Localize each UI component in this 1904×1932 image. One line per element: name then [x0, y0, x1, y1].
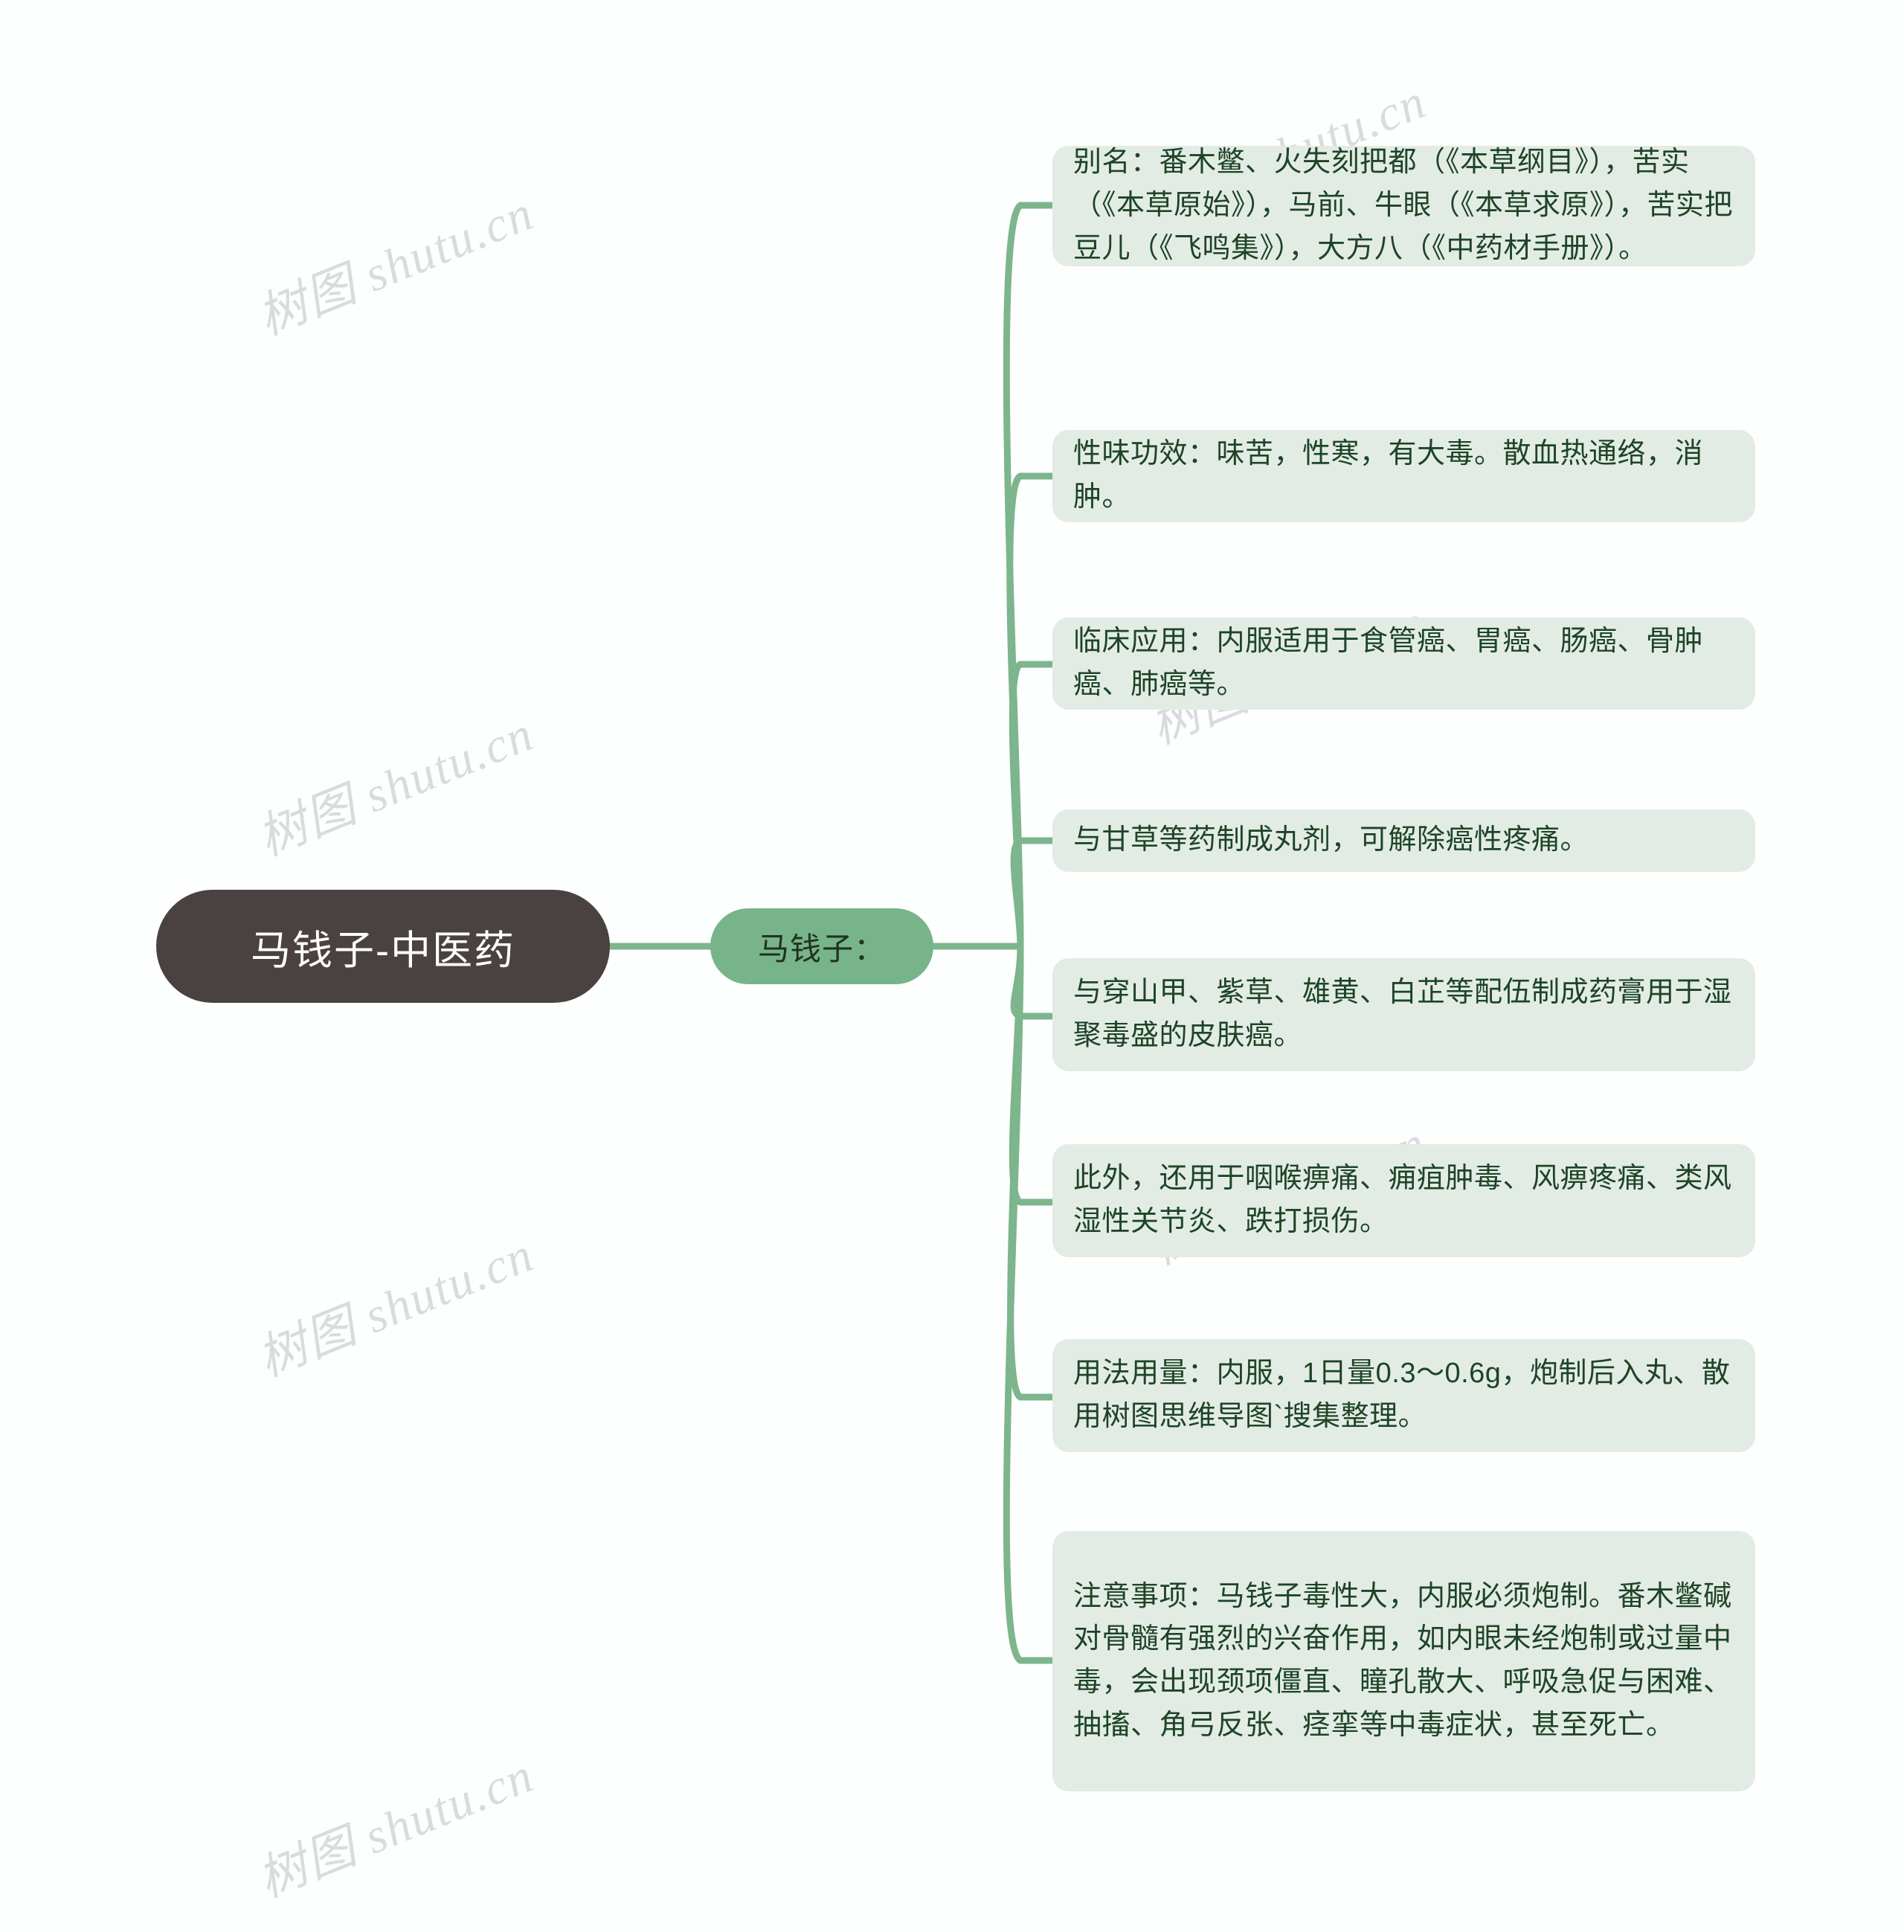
leaf-node-clinical-application[interactable]: 临床应用：内服适用于食管癌、胃癌、肠癌、骨肿癌、肺癌等。	[1052, 617, 1755, 710]
connector-leaf-6	[1009, 943, 1056, 1206]
watermark-text: 树图 shutu.cn	[250, 1227, 541, 1387]
leaf-node-alias[interactable]: 别名：番木鳖、火失刻把都（《本草纲目》），苦实（《本草原始》），马前、牛眼（《本…	[1052, 146, 1755, 266]
leaf-node-ointment-combination[interactable]: 与穿山甲、紫草、雄黄、白芷等配伍制成药膏用于湿聚毒盛的皮肤癌。	[1052, 958, 1755, 1071]
connector-leaf-1	[1003, 202, 1056, 950]
leaf-node-text: 别名：番木鳖、火失刻把都（《本草纲目》），苦实（《本草原始》），马前、牛眼（《本…	[1073, 147, 1734, 264]
leaf-node-precautions[interactable]: 注意事项：马钱子毒性大，内服必须炮制。番木鳖碱对骨髓有强烈的兴奋作用，如内眼未经…	[1052, 1531, 1755, 1791]
leaf-node-nature-flavor-efficacy[interactable]: 性味功效：味苦，性寒，有大毒。散血热通络，消肿。	[1052, 430, 1755, 522]
root-node-label: 马钱子-中医药	[251, 928, 515, 973]
watermark-text: 树图 shutu.cn	[250, 706, 541, 867]
watermark-text: 树图 shutu.cn	[250, 185, 541, 346]
leaf-node-licorice-pill[interactable]: 与甘草等药制成丸剂，可解除癌性疼痛。	[1052, 809, 1755, 872]
leaf-node-text: 性味功效：味苦，性寒，有大毒。散血热通络，消肿。	[1073, 438, 1704, 513]
connector-leaf-5	[1010, 943, 1056, 1020]
branch-node-label: 马钱子：	[757, 931, 886, 966]
connector-leaf-3	[1009, 661, 1056, 950]
mindmap-canvas: 树图 shutu.cn 树图 shutu.cn 树图 shutu.cn 树图 s…	[0, 0, 1904, 1932]
leaf-node-dosage[interactable]: 用法用量：内服，1日量0.3～0.6g，炮制后入丸、散用树图思维导图`搜集整理。	[1052, 1339, 1755, 1452]
leaf-node-text: 此外，还用于咽喉痹痛、痈疽肿毒、风痹疼痛、类风湿性关节炎、跌打损伤。	[1073, 1163, 1732, 1237]
root-node[interactable]: 马钱子-中医药	[156, 890, 610, 1003]
leaf-node-other-uses[interactable]: 此外，还用于咽喉痹痛、痈疽肿毒、风痹疼痛、类风湿性关节炎、跌打损伤。	[1052, 1144, 1755, 1257]
leaf-node-text: 用法用量：内服，1日量0.3～0.6g，炮制后入丸、散用树图思维导图`搜集整理。	[1073, 1358, 1731, 1432]
connector-leaf-8	[1003, 943, 1056, 1664]
connector-leaf-7	[1007, 943, 1056, 1401]
leaf-node-text: 与甘草等药制成丸剂，可解除癌性疼痛。	[1073, 824, 1589, 856]
leaf-node-text: 注意事项：马钱子毒性大，内服必须炮制。番木鳖碱对骨髓有强烈的兴奋作用，如内眼未经…	[1073, 1580, 1732, 1741]
leaf-node-text: 与穿山甲、紫草、雄黄、白芷等配伍制成药膏用于湿聚毒盛的皮肤癌。	[1073, 977, 1732, 1051]
watermark-text: 树图 shutu.cn	[250, 1748, 541, 1908]
branch-node[interactable]: 马钱子：	[710, 908, 933, 984]
connector-leaf-4	[1010, 837, 1056, 950]
leaf-node-text: 临床应用：内服适用于食管癌、胃癌、肠癌、骨肿癌、肺癌等。	[1073, 626, 1704, 700]
connector-leaf-2	[1006, 472, 1056, 950]
